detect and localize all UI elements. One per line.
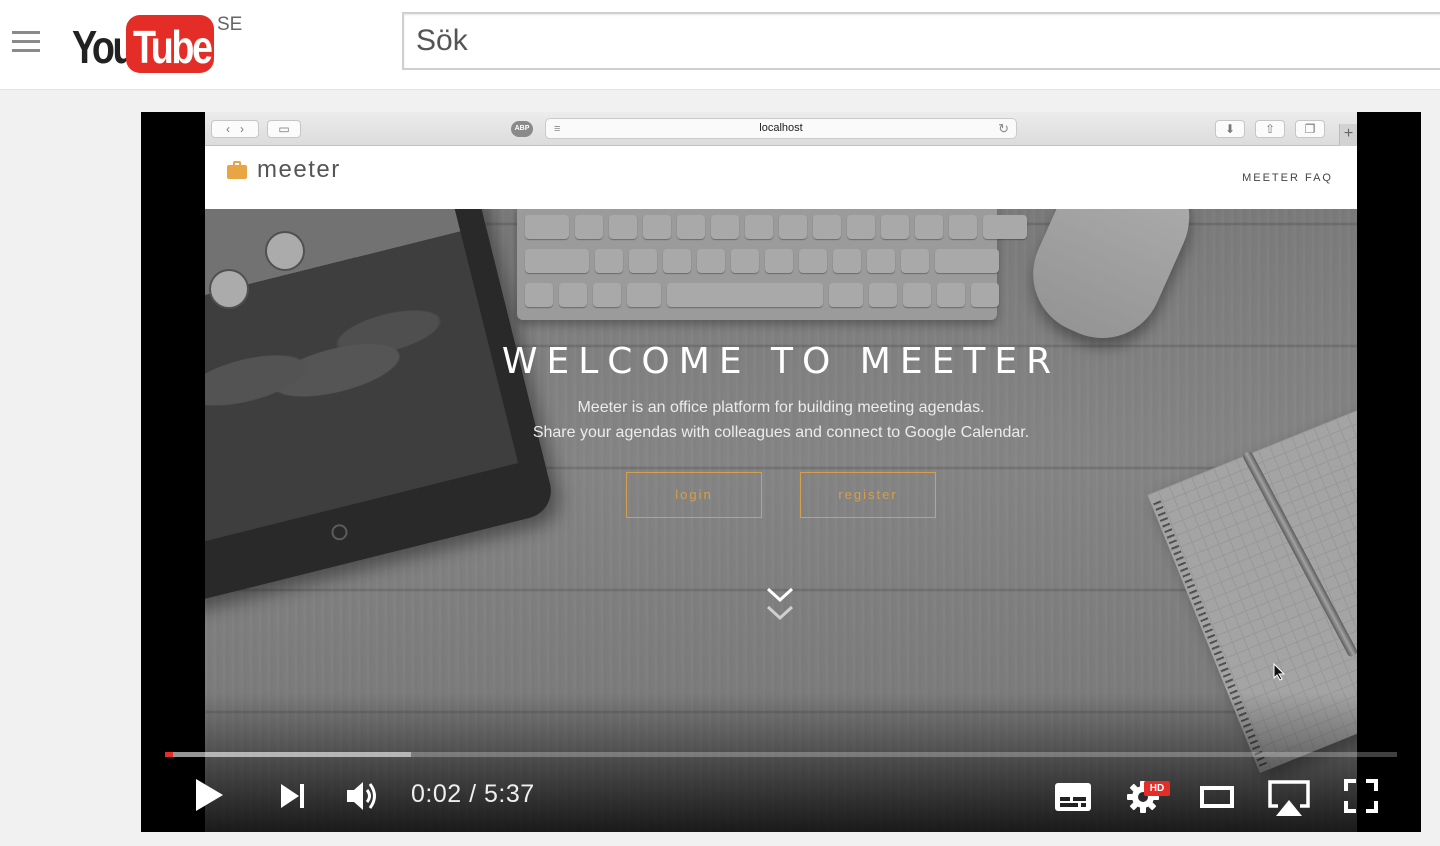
- youtube-logo[interactable]: You Tube SE: [70, 12, 250, 74]
- site-brand: meeter: [257, 156, 341, 183]
- masthead: You Tube SE: [0, 0, 1440, 90]
- logo-you-text: You: [72, 21, 136, 73]
- browser-toolbar: ‹ › ▭ ABP ≡ localhost ↻ ⬇ ⇧ ❐ +: [205, 112, 1357, 146]
- address-url: localhost: [759, 122, 803, 134]
- site-header: meeter MEETER FAQ: [205, 146, 1357, 209]
- country-code: SE: [217, 14, 243, 35]
- sidebar-icon: ▭: [267, 120, 301, 138]
- register-button: register: [800, 472, 936, 518]
- login-button: login: [626, 472, 762, 518]
- briefcase-icon: [227, 161, 247, 179]
- volume-icon[interactable]: [345, 778, 381, 814]
- address-bar: ≡ localhost ↻: [545, 118, 1017, 139]
- buffer-bar: [165, 752, 412, 757]
- mouse-cursor-icon: [1273, 662, 1286, 681]
- subtitles-icon[interactable]: [1054, 782, 1092, 812]
- fullscreen-icon[interactable]: [1344, 779, 1378, 813]
- progress-bar[interactable]: [165, 752, 1397, 757]
- logo-tube-text: Tube: [133, 21, 213, 73]
- theater-mode-icon[interactable]: [1200, 786, 1234, 808]
- scroll-down-icon-secondary: [765, 604, 795, 622]
- hero-subtitle-line1: Meeter is an office platform for buildin…: [577, 399, 985, 416]
- hero-title: WELCOME TO MEETER: [501, 341, 1061, 382]
- reload-icon: ↻: [998, 121, 1009, 136]
- video-player[interactable]: ‹ › ▭ ABP ≡ localhost ↻ ⬇ ⇧ ❐ + meeter M…: [141, 112, 1421, 832]
- next-icon[interactable]: [279, 782, 307, 810]
- search-input[interactable]: [404, 14, 1440, 68]
- play-icon[interactable]: [193, 777, 225, 813]
- nav-faq-link: MEETER FAQ: [1242, 172, 1333, 184]
- time-display: 0:02 / 5:37: [411, 780, 535, 808]
- hero-subtitle-line2: Share your agendas with colleagues and c…: [532, 424, 1030, 441]
- played-bar: [165, 752, 173, 757]
- download-icon: ⬇: [1215, 120, 1245, 138]
- share-icon: ⇧: [1255, 120, 1285, 138]
- menu-icon[interactable]: [12, 31, 40, 53]
- search-box: [402, 12, 1440, 70]
- tabs-icon: ❐: [1295, 120, 1325, 138]
- new-tab-icon: +: [1339, 124, 1357, 146]
- adblock-icon: ABP: [511, 121, 533, 137]
- scroll-down-icon: [765, 586, 795, 604]
- back-forward-buttons: ‹ ›: [211, 120, 259, 138]
- hd-badge: HD: [1144, 781, 1170, 796]
- airplay-icon[interactable]: [1266, 778, 1312, 818]
